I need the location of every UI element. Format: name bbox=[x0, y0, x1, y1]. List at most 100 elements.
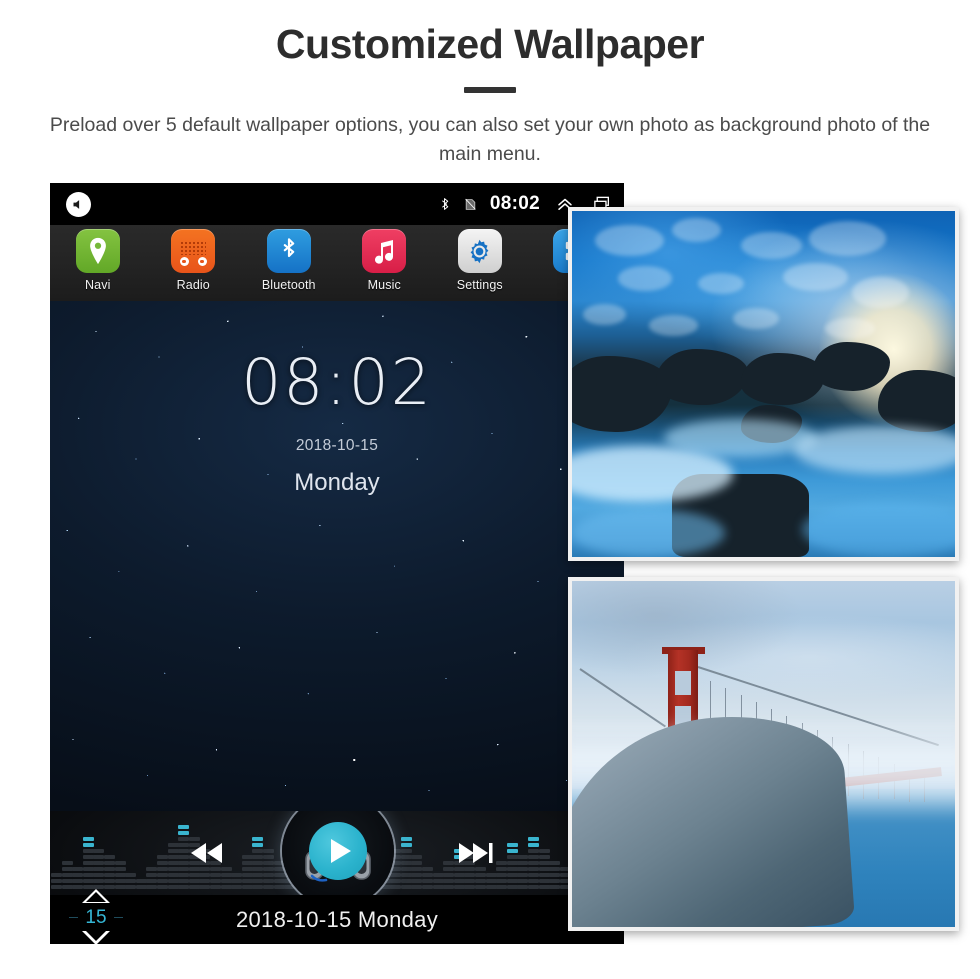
equalizer-segment bbox=[167, 855, 179, 859]
equalizer-segment bbox=[263, 861, 274, 865]
equalizer-segment bbox=[93, 849, 105, 853]
equalizer-segment bbox=[146, 873, 158, 877]
skip-next-glyph bbox=[459, 843, 493, 863]
equalizer-segment bbox=[188, 837, 200, 841]
equalizer-segment bbox=[400, 843, 412, 847]
equalizer-segment bbox=[528, 861, 539, 865]
equalizer-segment bbox=[506, 879, 518, 883]
app-item-music[interactable]: Music bbox=[337, 229, 433, 292]
equalizer-column bbox=[422, 867, 433, 889]
app-item-navi[interactable]: Navi bbox=[50, 229, 146, 292]
equalizer-segment bbox=[135, 885, 147, 889]
equalizer-segment bbox=[411, 861, 423, 865]
equalizer-segment bbox=[496, 861, 508, 865]
radio-speaker-grid bbox=[180, 241, 207, 255]
equalizer-segment bbox=[61, 879, 73, 883]
equalizer-segment bbox=[220, 873, 232, 877]
equalizer-segment bbox=[496, 879, 508, 883]
equalizer-segment bbox=[485, 873, 497, 877]
equalizer-segment bbox=[178, 825, 190, 829]
equalizer-column bbox=[82, 837, 94, 889]
equalizer-segment bbox=[432, 885, 444, 889]
equalizer-segment bbox=[538, 879, 550, 883]
equalizer-segment bbox=[453, 885, 465, 889]
app-item-radio[interactable]: Radio bbox=[146, 229, 242, 292]
album-art-disc bbox=[282, 811, 394, 895]
equalizer-segment bbox=[51, 879, 62, 883]
equalizer-column bbox=[220, 867, 232, 889]
equalizer-column bbox=[241, 855, 253, 889]
equalizer-column bbox=[93, 849, 105, 889]
speaker-icon[interactable] bbox=[66, 192, 91, 217]
equalizer-segment bbox=[411, 879, 423, 883]
equalizer-segment bbox=[241, 861, 253, 865]
equalizer-segment bbox=[506, 843, 518, 847]
triangle-up-icon[interactable] bbox=[82, 889, 110, 903]
app-label: Radio bbox=[176, 278, 210, 292]
equalizer-segment bbox=[506, 849, 518, 853]
equalizer-segment bbox=[178, 837, 190, 841]
equalizer-segment bbox=[390, 867, 402, 871]
equalizer-segment bbox=[252, 873, 264, 877]
equalizer-segment bbox=[82, 873, 94, 877]
app-item-bluetooth[interactable]: Bluetooth bbox=[241, 229, 337, 292]
equalizer-segment bbox=[188, 873, 200, 877]
equalizer-segment bbox=[549, 867, 561, 871]
equalizer-segment bbox=[157, 867, 168, 871]
equalizer-column bbox=[146, 867, 158, 889]
equalizer-segment bbox=[252, 861, 264, 865]
equalizer-segment bbox=[475, 885, 486, 889]
car-head-unit-screen: 08:02 Navi Radio Bluetooth Music Setting… bbox=[50, 183, 624, 944]
home-date: 2018-10-15 bbox=[295, 437, 379, 454]
ice-cave-wallpaper[interactable] bbox=[568, 207, 959, 561]
radio-icon bbox=[171, 229, 216, 273]
equalizer-segment bbox=[263, 885, 274, 889]
equalizer-segment bbox=[167, 885, 179, 889]
status-bar: 08:02 bbox=[50, 183, 624, 225]
equalizer-segment bbox=[188, 879, 200, 883]
ice-cave-photo bbox=[572, 211, 955, 557]
equalizer-segment bbox=[167, 879, 179, 883]
equalizer-segment bbox=[411, 855, 423, 859]
equalizer-segment bbox=[72, 879, 84, 883]
equalizer-segment bbox=[93, 855, 105, 859]
home-wallpaper: 08:02 2018-10-15 Monday bbox=[50, 301, 624, 811]
equalizer-segment bbox=[263, 873, 274, 877]
equalizer-segment bbox=[528, 837, 539, 841]
equalizer-segment bbox=[210, 879, 221, 883]
equalizer-segment bbox=[549, 879, 561, 883]
location-pin-glyph bbox=[89, 237, 106, 265]
equalizer-column bbox=[549, 861, 561, 889]
golden-gate-bridge-wallpaper[interactable] bbox=[568, 577, 959, 931]
play-button[interactable] bbox=[309, 822, 367, 880]
equalizer-segment bbox=[400, 861, 412, 865]
equalizer-segment bbox=[422, 879, 433, 883]
gear-glyph bbox=[470, 239, 489, 263]
equalizer-segment bbox=[453, 873, 465, 877]
equalizer-segment bbox=[400, 849, 412, 853]
home-weekday: Monday bbox=[294, 469, 380, 496]
equalizer-segment bbox=[538, 885, 550, 889]
equalizer-segment bbox=[400, 885, 412, 889]
equalizer-segment bbox=[241, 885, 253, 889]
equalizer-column bbox=[411, 855, 423, 889]
skip-previous-icon[interactable] bbox=[188, 842, 224, 869]
equalizer-segment bbox=[252, 885, 264, 889]
skip-next-icon[interactable] bbox=[458, 842, 494, 869]
equalizer-segment bbox=[157, 885, 168, 889]
bluetooth-icon bbox=[266, 229, 311, 273]
equalizer-segment bbox=[104, 873, 115, 877]
equalizer-segment bbox=[252, 879, 264, 883]
equalizer-segment bbox=[252, 849, 264, 853]
equalizer-segment bbox=[400, 873, 412, 877]
equalizer-segment bbox=[400, 855, 412, 859]
equalizer-segment bbox=[464, 873, 476, 877]
equalizer-segment bbox=[114, 861, 126, 865]
bluetooth-glyph bbox=[283, 238, 294, 258]
app-item-settings[interactable]: Settings bbox=[432, 229, 528, 292]
bottom-bar: 15 2018-10-15 Monday bbox=[50, 889, 624, 944]
equalizer-column bbox=[167, 843, 179, 889]
equalizer-segment bbox=[210, 873, 221, 877]
equalizer-segment bbox=[528, 879, 539, 883]
equalizer-segment bbox=[517, 885, 529, 889]
